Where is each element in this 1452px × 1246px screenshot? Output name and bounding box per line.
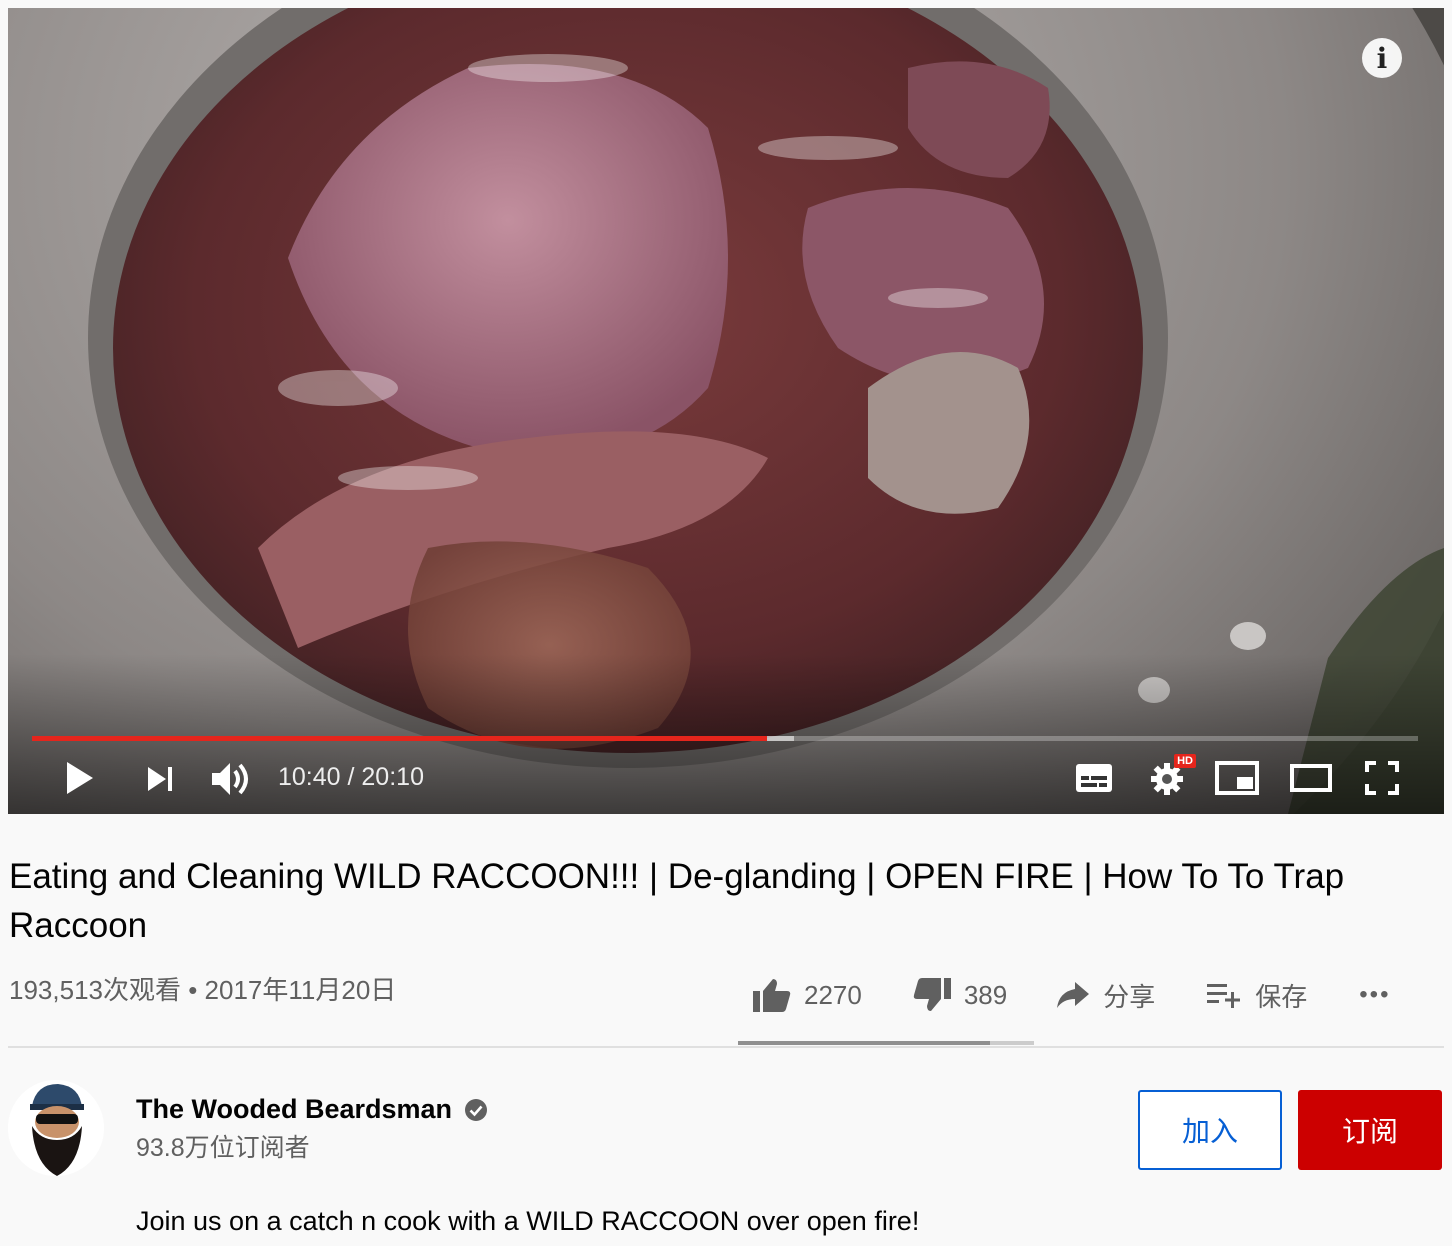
video-description: Join us on a catch n cook with a WILD RA… <box>136 1206 920 1236</box>
sentiment-bar-likes <box>738 1041 990 1045</box>
join-button[interactable]: 加入 <box>1138 1090 1282 1170</box>
playlist-add-icon <box>1207 984 1241 1008</box>
next-icon[interactable] <box>142 762 178 796</box>
channel-name[interactable]: The Wooded Beardsman <box>136 1094 488 1125</box>
channel-name-text: The Wooded Beardsman <box>136 1094 453 1124</box>
video-meta: 193,513次观看 • 2017年11月20日 <box>9 970 396 1007</box>
video-player[interactable]: i 10:40 / 20:10 HD <box>8 8 1444 814</box>
theater-mode-icon[interactable] <box>1288 760 1334 796</box>
miniplayer-icon[interactable] <box>1214 758 1260 798</box>
time-separator: / <box>340 763 362 791</box>
play-icon[interactable] <box>60 758 100 798</box>
dislike-count: 389 <box>963 979 1008 1010</box>
action-bar: 2270 389 分享 保存 ••• <box>752 970 1390 1020</box>
like-button[interactable]: 2270 <box>752 977 862 1013</box>
channel-avatar[interactable] <box>8 1080 104 1176</box>
view-count: 193,513次观看 <box>9 975 181 1005</box>
info-icon[interactable]: i <box>1362 38 1402 78</box>
played-bar <box>32 736 767 741</box>
upload-date: 2017年11月20日 <box>204 975 397 1005</box>
divider <box>8 1046 1444 1048</box>
save-label: 保存 <box>1255 981 1308 1012</box>
dislike-button[interactable]: 389 <box>912 977 1007 1013</box>
progress-bar[interactable] <box>32 736 1418 741</box>
sentiment-bar <box>738 1041 1034 1045</box>
share-button[interactable]: 分享 <box>1055 977 1155 1014</box>
subscribe-button[interactable]: 订阅 <box>1298 1090 1442 1170</box>
like-count: 2270 <box>804 979 862 1010</box>
volume-icon[interactable] <box>208 758 254 800</box>
more-actions-button[interactable]: ••• <box>1359 981 1390 1009</box>
more-icon: ••• <box>1359 981 1391 1008</box>
share-label: 分享 <box>1103 981 1156 1012</box>
subtitles-icon[interactable] <box>1072 760 1116 796</box>
time-display: 10:40 / 20:10 <box>278 760 424 794</box>
bearded-man-avatar-icon <box>8 1080 104 1176</box>
settings-icon[interactable]: HD <box>1148 754 1196 798</box>
video-title: Eating and Cleaning WILD RACCOON!!! | De… <box>9 857 1345 945</box>
verified-badge-icon <box>465 1098 488 1121</box>
meta-separator: • <box>180 975 205 1005</box>
share-icon <box>1057 982 1090 1008</box>
time-current: 10:40 <box>278 763 341 791</box>
subscriber-count: 93.8万位订阅者 <box>136 1134 310 1162</box>
hd-badge: HD <box>1174 754 1196 768</box>
thumbs-up-icon <box>753 979 791 1012</box>
fullscreen-icon[interactable] <box>1364 760 1400 796</box>
save-button[interactable]: 保存 <box>1205 977 1307 1014</box>
time-total: 20:10 <box>361 763 424 791</box>
thumbs-down-icon <box>913 978 951 1011</box>
